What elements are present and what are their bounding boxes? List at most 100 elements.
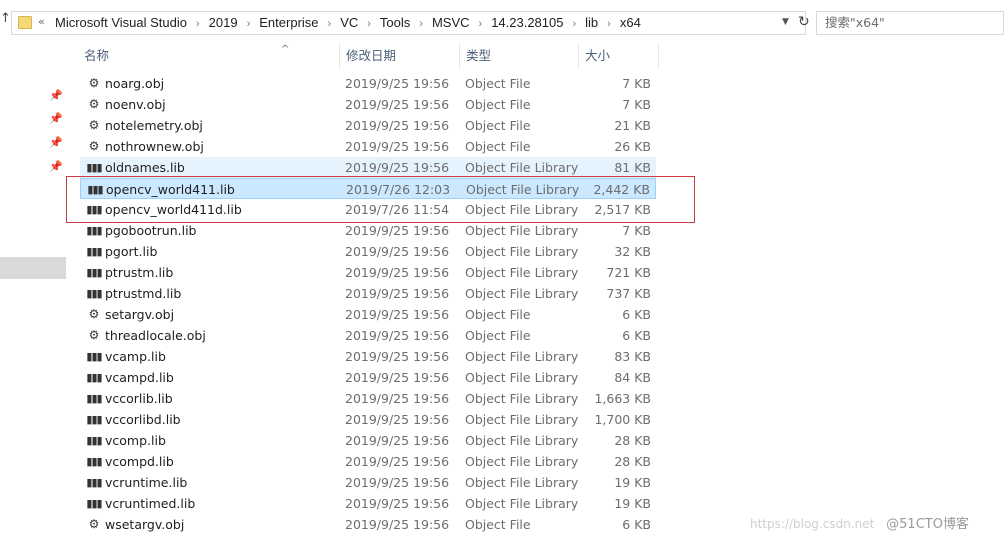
file-name: notelemetry.obj	[105, 118, 203, 133]
column-header-type-label: 类型	[466, 48, 492, 63]
lib-file-icon: ▮▮▮	[86, 350, 102, 363]
file-row[interactable]: ▮▮▮ vcompd.lib 2019/9/25 19:56 Object File …	[80, 451, 656, 472]
file-row[interactable]: ▮▮▮ pgobootrun.lib 2019/9/25 19:56 Object F…	[80, 220, 656, 241]
file-size: 21 KB	[614, 118, 651, 133]
pin-icon[interactable]: 📌	[49, 136, 63, 149]
file-row[interactable]: ⚙ threadlocale.obj 2019/9/25 19:56 Object F…	[80, 325, 656, 346]
obj-file-icon: ⚙	[88, 97, 100, 111]
lib-file-icon: ▮▮▮	[86, 245, 102, 258]
column-header-size[interactable]: 大小	[579, 44, 659, 68]
lib-file-icon: ▮▮▮	[87, 183, 103, 196]
file-row[interactable]: ▮▮▮ vccorlib.lib 2019/9/25 19:56 Object Fil…	[80, 388, 656, 409]
file-modified-date: 2019/9/25 19:56	[345, 286, 450, 301]
chevron-down-icon[interactable]: ▼	[782, 17, 789, 27]
address-bar[interactable]: « Microsoft Visual Studio › 2019 › Enterpris…	[11, 11, 810, 35]
obj-file-icon: ⚙	[88, 517, 100, 531]
breadcrumb-item[interactable]: 14.23.28105	[491, 15, 563, 30]
column-header-name-label: 名称	[84, 48, 110, 63]
breadcrumb-item[interactable]: lib	[585, 15, 598, 30]
obj-file-icon: ⚙	[88, 328, 100, 342]
file-type: Object File Library	[465, 412, 579, 427]
breadcrumb-item[interactable]: x64	[620, 15, 641, 30]
breadcrumb-item[interactable]: Tools	[380, 15, 410, 30]
file-type: Object File	[465, 97, 531, 112]
breadcrumb-separator-icon[interactable]: ›	[196, 18, 200, 30]
column-header-modified[interactable]: 修改日期	[340, 44, 460, 68]
file-row[interactable]: ⚙ noarg.obj 2019/9/25 19:56 Object File 7 KB	[80, 73, 656, 94]
column-header-name[interactable]: ^ 名称	[78, 44, 340, 68]
file-row[interactable]: ⚙ setargv.obj 2019/9/25 19:56 Object File 6 …	[80, 304, 656, 325]
file-modified-date: 2019/9/25 19:56	[345, 433, 450, 448]
file-name: wsetargv.obj	[105, 517, 185, 532]
file-name: setargv.obj	[105, 307, 175, 322]
breadcrumb-separator-icon[interactable]: ›	[367, 18, 371, 30]
file-row[interactable]: ▮▮▮ vcamp.lib 2019/9/25 19:56 Object File L…	[80, 346, 656, 367]
lib-file-icon: ▮▮▮	[86, 455, 102, 468]
file-row[interactable]: ▮▮▮ vcruntime.lib 2019/9/25 19:56 Object Fi…	[80, 472, 656, 493]
nav-selected-item[interactable]	[0, 257, 66, 279]
file-type: Object File Library	[465, 160, 579, 175]
breadcrumb-separator-icon[interactable]: ›	[328, 18, 332, 30]
file-name: nothrownew.obj	[105, 139, 204, 154]
watermark-brand: @51CTO博客	[886, 517, 969, 532]
up-arrow-icon[interactable]: ↑	[0, 11, 11, 26]
file-modified-date: 2019/9/25 19:56	[345, 118, 450, 133]
pin-icon[interactable]: 📌	[49, 112, 63, 125]
column-header-type[interactable]: 类型	[460, 44, 579, 68]
file-row[interactable]: ▮▮▮ oldnames.lib 2019/9/25 19:56 Object Fil…	[80, 157, 656, 178]
breadcrumb-separator-icon[interactable]: ›	[419, 18, 423, 30]
breadcrumb-item[interactable]: Microsoft Visual Studio	[55, 15, 187, 30]
file-size: 7 KB	[622, 76, 651, 91]
file-row[interactable]: ⚙ noenv.obj 2019/9/25 19:56 Object File 7 KB	[80, 94, 656, 115]
file-name: threadlocale.obj	[105, 328, 206, 343]
file-row[interactable]: ▮▮▮ vcampd.lib 2019/9/25 19:56 Object File …	[80, 367, 656, 388]
file-size: 1,663 KB	[594, 391, 651, 406]
file-type: Object File	[465, 76, 531, 91]
file-row[interactable]: ▮▮▮ vcruntimed.lib 2019/9/25 19:56 Object F…	[80, 493, 656, 514]
file-type: Object File	[465, 517, 531, 532]
file-modified-date: 2019/9/25 19:56	[345, 496, 450, 511]
file-row[interactable]: ⚙ nothrownew.obj 2019/9/25 19:56 Object Fil…	[80, 136, 656, 157]
file-name: noenv.obj	[105, 97, 166, 112]
lib-file-icon: ▮▮▮	[86, 224, 102, 237]
file-row[interactable]: ▮▮▮ pgort.lib 2019/9/25 19:56 Object File L…	[80, 241, 656, 262]
file-type: Object File Library	[465, 391, 579, 406]
file-type: Object File Library	[465, 286, 579, 301]
breadcrumb-item[interactable]: VC	[340, 15, 358, 30]
breadcrumb: Microsoft Visual Studio › 2019 › Enterprise ›…	[55, 15, 641, 30]
pin-icon[interactable]: 📌	[49, 89, 63, 102]
file-name: opencv_world411.lib	[106, 182, 235, 197]
file-size: 2,442 KB	[593, 182, 650, 197]
file-row[interactable]: ⚙ notelemetry.obj 2019/9/25 19:56 Object Fi…	[80, 115, 656, 136]
file-row[interactable]: ▮▮▮ opencv_world411.lib 2019/7/26 12:03 Obj…	[80, 178, 656, 199]
file-modified-date: 2019/9/25 19:56	[345, 265, 450, 280]
lib-file-icon: ▮▮▮	[86, 392, 102, 405]
file-row[interactable]: ⚙ wsetargv.obj 2019/9/25 19:56 Object File 6…	[80, 514, 656, 535]
pin-icon[interactable]: 📌	[49, 160, 63, 173]
breadcrumb-item[interactable]: MSVC	[432, 15, 470, 30]
file-row[interactable]: ▮▮▮ vccorlibd.lib 2019/9/25 19:56 Object Fi…	[80, 409, 656, 430]
file-type: Object File Library	[466, 182, 580, 197]
breadcrumb-overflow-icon[interactable]: «	[38, 15, 45, 28]
file-modified-date: 2019/9/25 19:56	[345, 454, 450, 469]
breadcrumb-separator-icon[interactable]: ›	[479, 18, 483, 30]
breadcrumb-separator-icon[interactable]: ›	[247, 18, 251, 30]
file-modified-date: 2019/9/25 19:56	[345, 244, 450, 259]
file-type: Object File Library	[465, 370, 579, 385]
address-bar-area: ↑ « Microsoft Visual Studio › 2019 › Enterpr…	[0, 0, 1004, 44]
obj-file-icon: ⚙	[88, 76, 100, 90]
breadcrumb-separator-icon[interactable]: ›	[607, 18, 611, 30]
breadcrumb-separator-icon[interactable]: ›	[572, 18, 576, 30]
file-row[interactable]: ▮▮▮ vcomp.lib 2019/9/25 19:56 Object File L…	[80, 430, 656, 451]
file-row[interactable]: ▮▮▮ ptrustm.lib 2019/9/25 19:56 Object File…	[80, 262, 656, 283]
search-input[interactable]	[825, 15, 995, 30]
refresh-icon[interactable]: ↻	[798, 14, 810, 30]
file-row[interactable]: ▮▮▮ ptrustmd.lib 2019/9/25 19:56 Object Fil…	[80, 283, 656, 304]
file-row[interactable]: ▮▮▮ opencv_world411d.lib 2019/7/26 11:54 Ob…	[80, 199, 656, 220]
search-box[interactable]	[816, 11, 1004, 35]
obj-file-icon: ⚙	[88, 118, 100, 132]
breadcrumb-item[interactable]: Enterprise	[259, 15, 318, 30]
file-modified-date: 2019/7/26 12:03	[346, 182, 451, 197]
breadcrumb-item[interactable]: 2019	[209, 15, 238, 30]
file-size: 6 KB	[622, 307, 651, 322]
